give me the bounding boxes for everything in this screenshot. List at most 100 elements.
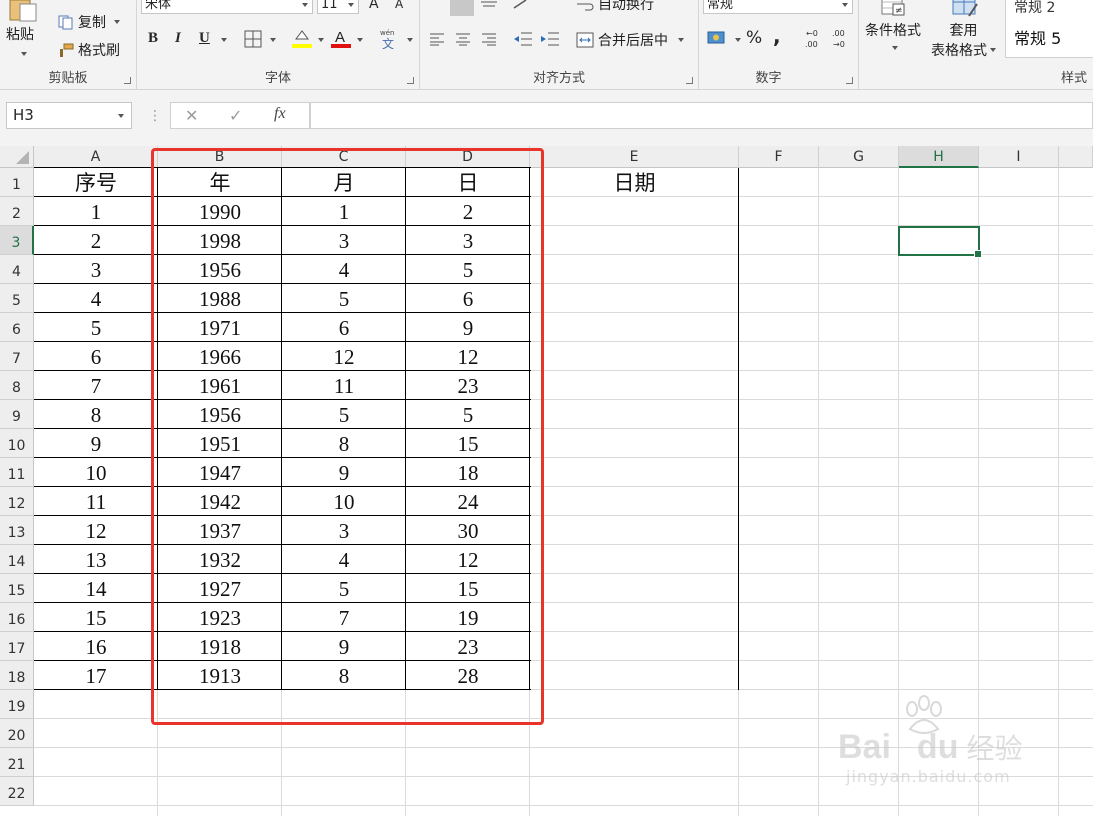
data-cell-a10[interactable]: 9 <box>34 429 158 458</box>
style-normal-5[interactable]: 常规 5 <box>1014 25 1061 49</box>
insert-function-icon[interactable]: fx <box>274 105 286 123</box>
row-header-15[interactable]: 15 <box>0 574 34 603</box>
font-name-select[interactable]: 宋体 <box>141 0 313 14</box>
row-header-3[interactable]: 3 <box>0 226 34 255</box>
align-middle-icon[interactable] <box>480 0 498 12</box>
row-header-22[interactable]: 22 <box>0 777 34 806</box>
row-header-5[interactable]: 5 <box>0 284 34 313</box>
number-launcher-icon[interactable] <box>846 77 853 84</box>
decrease-decimal-icon[interactable]: .00→0 <box>831 27 853 49</box>
border-icon[interactable] <box>244 30 262 48</box>
data-cell-a3[interactable]: 2 <box>34 226 158 255</box>
row-header-13[interactable]: 13 <box>0 516 34 545</box>
data-cell-a4[interactable]: 3 <box>34 255 158 284</box>
underline-dropdown-icon[interactable] <box>221 38 227 42</box>
align-top-button[interactable] <box>450 0 474 16</box>
row-header-10[interactable]: 10 <box>0 429 34 458</box>
row-header-7[interactable]: 7 <box>0 342 34 371</box>
data-cell-a5[interactable]: 4 <box>34 284 158 313</box>
phonetic-dropdown-icon[interactable] <box>407 38 413 42</box>
row-header-19[interactable]: 19 <box>0 690 34 719</box>
conditional-format-button[interactable]: ≠ 条件格式 <box>865 0 921 50</box>
style-normal-2[interactable]: 常规 2 <box>1014 0 1055 17</box>
increase-indent-icon[interactable] <box>540 31 560 47</box>
data-cell-a17[interactable]: 16 <box>34 632 158 661</box>
row-header-18[interactable]: 18 <box>0 661 34 690</box>
data-cell-a13[interactable]: 12 <box>34 516 158 545</box>
column-header-h[interactable]: H <box>899 146 979 168</box>
align-left-icon[interactable] <box>429 32 445 46</box>
font-color-icon[interactable]: A <box>330 27 352 49</box>
enter-icon[interactable]: ✓ <box>229 106 242 125</box>
paste-button[interactable]: 粘贴 <box>6 0 40 44</box>
row-header-4[interactable]: 4 <box>0 255 34 284</box>
number-format-select[interactable]: 常规 <box>703 0 853 14</box>
orientation-icon[interactable] <box>512 0 534 10</box>
format-as-table-button[interactable]: 套用 表格格式 <box>931 0 996 60</box>
column-header-g[interactable]: G <box>819 146 899 168</box>
data-cell-a11[interactable]: 10 <box>34 458 158 487</box>
align-center-icon[interactable] <box>455 32 471 46</box>
cancel-icon[interactable]: ✕ <box>185 106 198 125</box>
column-header-e[interactable]: E <box>530 146 739 168</box>
header-cell-e[interactable]: 日期 <box>530 168 739 197</box>
bold-button[interactable]: B <box>148 30 158 47</box>
data-cell-a18[interactable]: 17 <box>34 661 158 690</box>
decrease-indent-icon[interactable] <box>513 31 533 47</box>
row-header-14[interactable]: 14 <box>0 545 34 574</box>
percent-button[interactable]: % <box>746 28 762 48</box>
phonetic-icon[interactable]: wén文 <box>378 27 400 49</box>
grow-font-icon[interactable]: A <box>369 0 379 12</box>
merge-center-button[interactable]: 合并后居中 <box>576 30 684 50</box>
formula-bar: H3 ⋮ ✕ ✓ fx <box>0 90 1093 146</box>
border-dropdown-icon[interactable] <box>270 38 276 42</box>
data-cell-a16[interactable]: 15 <box>34 603 158 632</box>
row-header-6[interactable]: 6 <box>0 313 34 342</box>
fill-color-dropdown-icon[interactable] <box>318 38 324 42</box>
fill-color-icon[interactable] <box>291 27 313 49</box>
paste-dropdown-icon[interactable] <box>21 52 27 56</box>
copy-button[interactable]: 复制 <box>58 12 120 32</box>
data-cell-a7[interactable]: 6 <box>34 342 158 371</box>
row-header-21[interactable]: 21 <box>0 748 34 777</box>
alignment-launcher-icon[interactable] <box>686 77 693 84</box>
data-cell-a9[interactable]: 8 <box>34 400 158 429</box>
data-cell-a12[interactable]: 11 <box>34 487 158 516</box>
font-color-dropdown-icon[interactable] <box>357 38 363 42</box>
row-header-20[interactable]: 20 <box>0 719 34 748</box>
row-header-1[interactable]: 1 <box>0 168 34 197</box>
shrink-font-icon[interactable]: A <box>395 0 403 11</box>
header-cell-a[interactable]: 序号 <box>34 168 158 197</box>
wrap-text-button[interactable]: 自动换行 <box>576 0 654 14</box>
format-painter-button[interactable]: 格式刷 <box>58 40 120 60</box>
data-cell-a6[interactable]: 5 <box>34 313 158 342</box>
accounting-dropdown-icon[interactable] <box>735 38 741 42</box>
row-header-8[interactable]: 8 <box>0 371 34 400</box>
row-header-12[interactable]: 12 <box>0 487 34 516</box>
formula-input[interactable] <box>310 102 1093 129</box>
row-header-17[interactable]: 17 <box>0 632 34 661</box>
font-size-select[interactable]: 11 <box>317 0 359 14</box>
increase-decimal-icon[interactable]: ←0.00 <box>804 27 826 49</box>
italic-button[interactable]: I <box>175 30 181 47</box>
data-cell-a2[interactable]: 1 <box>34 197 158 226</box>
select-all-corner[interactable] <box>0 146 34 168</box>
align-right-icon[interactable] <box>481 32 497 46</box>
row-header-16[interactable]: 16 <box>0 603 34 632</box>
column-header-a[interactable]: A <box>34 146 158 168</box>
comma-button[interactable]: , <box>773 24 781 48</box>
accounting-format-icon[interactable] <box>707 29 727 47</box>
data-cell-a14[interactable]: 13 <box>34 545 158 574</box>
column-header-f[interactable]: F <box>739 146 819 168</box>
underline-button[interactable]: U <box>199 30 210 47</box>
name-box[interactable]: H3 <box>6 102 132 129</box>
column-header-i[interactable]: I <box>979 146 1059 168</box>
font-launcher-icon[interactable] <box>407 77 414 84</box>
row-header-9[interactable]: 9 <box>0 400 34 429</box>
clipboard-launcher-icon[interactable] <box>124 77 131 84</box>
data-cell-a8[interactable]: 7 <box>34 371 158 400</box>
data-cell-a15[interactable]: 14 <box>34 574 158 603</box>
row-header-2[interactable]: 2 <box>0 197 34 226</box>
row-header-11[interactable]: 11 <box>0 458 34 487</box>
active-cell-h3[interactable] <box>898 226 982 258</box>
